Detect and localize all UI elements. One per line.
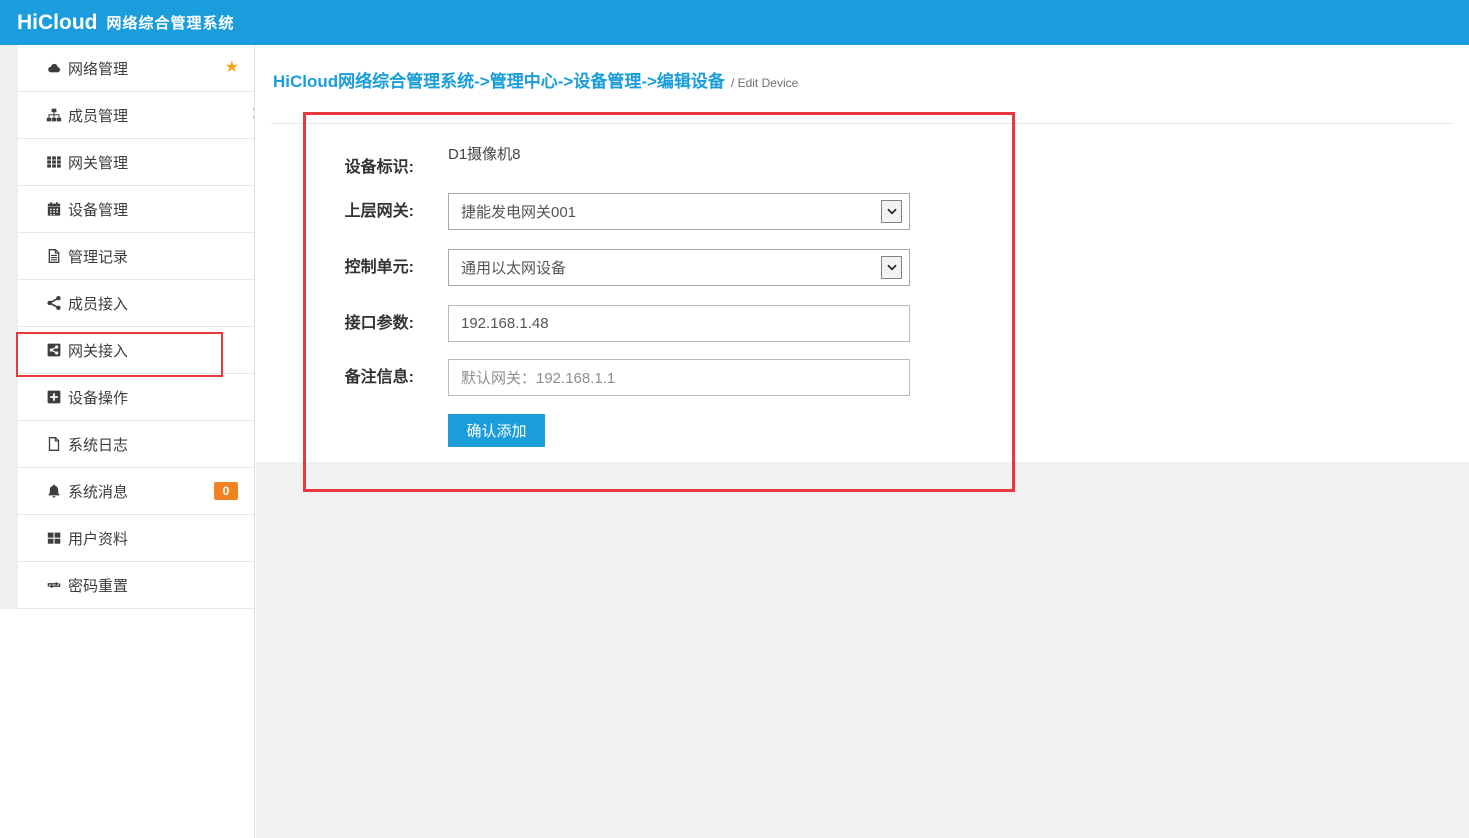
cloud-icon	[45, 60, 62, 76]
sidebar-item-label: 网关管理	[68, 152, 128, 173]
edit-device-form: 设备标识: D1摄像机8 上层网关: 捷能发电网关001 控制单元: 通用以太网设备接口参…	[256, 45, 1469, 838]
sidebar-item-label: 成员接入	[68, 293, 128, 314]
remark-info-field-wrap	[448, 359, 910, 396]
interface-params-label: 接口参数:	[256, 313, 414, 335]
confirm-add-button[interactable]: 确认添加	[448, 414, 545, 447]
sidebar-item-label: 用户资料	[68, 528, 128, 549]
sidebar-item-device-operations[interactable]: 设备操作	[18, 374, 254, 421]
sidebar-item-password-reset[interactable]: 密码重置	[18, 562, 254, 609]
sidebar-item-label: 密码重置	[68, 575, 128, 596]
sidebar-item-label: 系统日志	[68, 434, 128, 455]
chevron-right-icon	[252, 108, 255, 119]
sidebar-item-label: 网络管理	[68, 58, 128, 79]
share-alt-icon	[45, 295, 62, 311]
sidebar-item-management-records[interactable]: 管理记录	[18, 233, 254, 280]
app-title: 网络综合管理系统	[106, 12, 234, 33]
control-unit-field-wrap: 通用以太网设备	[448, 249, 910, 286]
bell-icon	[45, 483, 62, 499]
sidebar-item-label: 成员管理	[68, 105, 128, 126]
file-icon	[45, 436, 62, 452]
top-bar: HiCloud 网络综合管理系统	[0, 0, 1469, 45]
plus-square-icon	[45, 389, 62, 405]
sitemap-icon	[45, 107, 62, 123]
favorite-star-icon: ★	[225, 60, 239, 76]
control-unit-label: 控制单元:	[256, 257, 414, 279]
sidebar-item-system-messages[interactable]: 系统消息 0	[18, 468, 254, 515]
app-logo: HiCloud	[17, 11, 97, 35]
remark-info-input[interactable]	[448, 359, 910, 396]
sidebar-item-label: 系统消息	[68, 481, 128, 502]
calendar-icon	[45, 201, 62, 217]
sidebar-item-member-access[interactable]: 成员接入	[18, 280, 254, 327]
sidebar-item-label: 设备操作	[68, 387, 128, 408]
control-unit-select[interactable]: 通用以太网设备	[448, 249, 910, 286]
device-id-field-wrap: D1摄像机8	[448, 145, 910, 165]
device-id-value: D1摄像机8	[448, 146, 521, 163]
main-content: HiCloud网络综合管理系统->管理中心->设备管理->编辑设备/ Edit …	[256, 45, 1469, 838]
device-id-label: 设备标识:	[256, 157, 414, 179]
interface-params-input[interactable]	[448, 305, 910, 342]
dropdown-arrow-icon	[881, 256, 902, 279]
parent-gateway-selected-value: 捷能发电网关001	[461, 201, 576, 222]
sidebar-item-device-management[interactable]: 设备管理	[18, 186, 254, 233]
sidebar-item-gateway-management[interactable]: 网关管理	[18, 139, 254, 186]
sidebar-item-user-profile[interactable]: 用户资料	[18, 515, 254, 562]
share-alt-square-icon	[45, 342, 62, 358]
th-large-icon	[45, 530, 62, 546]
retweet-icon	[45, 577, 62, 593]
sidebar-item-label: 管理记录	[68, 246, 128, 267]
sidebar-item-network-management[interactable]: 网络管理 ★	[18, 45, 254, 92]
sidebar-item-gateway-access[interactable]: 网关接入	[18, 327, 254, 374]
control-unit-selected-value: 通用以太网设备	[461, 257, 566, 278]
parent-gateway-select[interactable]: 捷能发电网关001	[448, 193, 910, 230]
interface-params-field-wrap	[448, 305, 910, 342]
sidebar-item-system-logs[interactable]: 系统日志	[18, 421, 254, 468]
sidebar-item-label: 设备管理	[68, 199, 128, 220]
remark-info-label: 备注信息:	[256, 367, 414, 389]
dropdown-arrow-icon	[881, 200, 902, 223]
sidebar: 系统总览系统图表管理中心网络管理★成员管理网关管理设备管理操作记录管理记录成员接…	[0, 45, 255, 838]
file-text-icon	[45, 248, 62, 264]
sidebar-item-label: 网关接入	[68, 340, 128, 361]
th-icon	[45, 154, 62, 170]
parent-gateway-label: 上层网关:	[256, 201, 414, 223]
notification-badge: 0	[214, 482, 238, 500]
parent-gateway-field-wrap: 捷能发电网关001	[448, 193, 910, 230]
sidebar-item-member-management[interactable]: 成员管理	[18, 92, 254, 139]
